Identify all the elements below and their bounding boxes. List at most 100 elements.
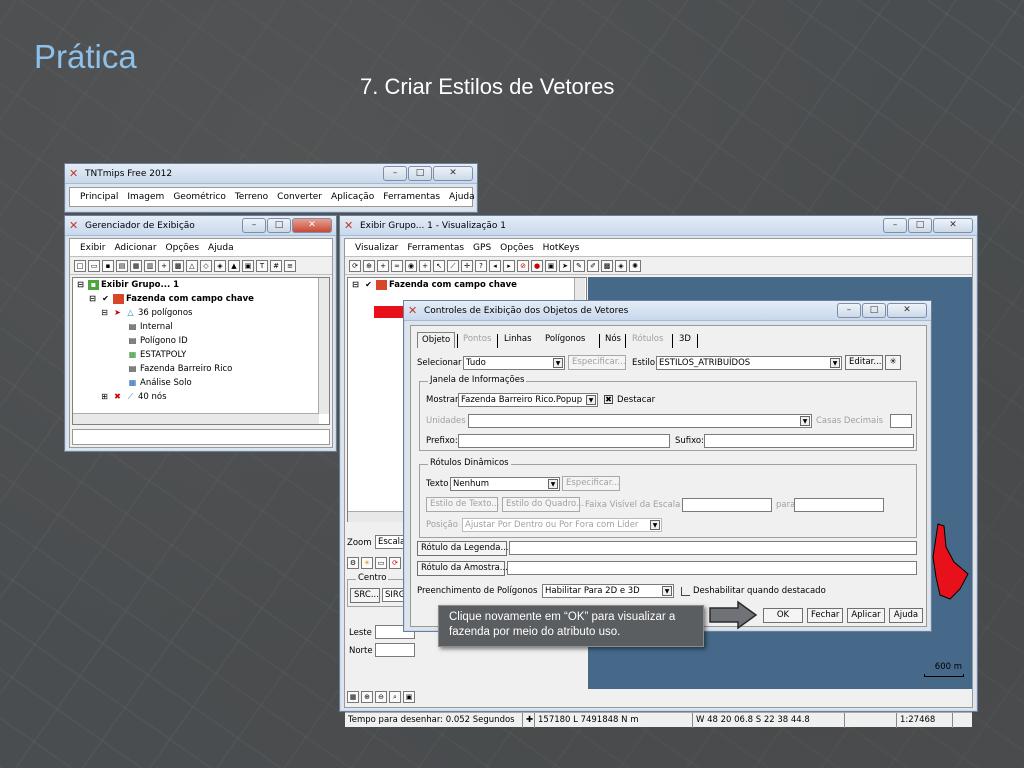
rotulo-amostra-field[interactable] [507, 561, 917, 575]
menu-ferramentas[interactable]: Ferramentas [407, 243, 464, 253]
collapse-icon[interactable]: ⊟ [350, 280, 361, 290]
rotulo-legenda-field[interactable] [509, 541, 917, 555]
destacar-checkbox[interactable]: ✖ [604, 395, 613, 404]
save-icon[interactable]: ▪ [102, 259, 114, 272]
texto-select[interactable]: Nenhum ▼ [450, 477, 560, 491]
chevron-down-icon[interactable]: ▼ [662, 586, 672, 596]
zoom-box-icon[interactable]: ▣ [545, 259, 557, 272]
mostrar-select[interactable]: Fazenda Barreiro Rico.Popup ▼ [458, 393, 598, 407]
menu-terreno[interactable]: Terreno [235, 192, 268, 202]
measure-icon[interactable]: ⟋ [447, 259, 459, 272]
refresh-icon[interactable]: ⟳ [389, 557, 401, 569]
tree-table-row[interactable]: ▦ ESTATPOLY [127, 350, 187, 360]
stop-icon[interactable]: ● [531, 259, 543, 272]
posicao-select[interactable]: Ajustar Por Dentro ou Por Fora com Líder… [462, 518, 662, 532]
menu-converter[interactable]: Converter [277, 192, 322, 202]
expand-icon[interactable]: ⊞ [99, 392, 110, 402]
menu-visualizar[interactable]: Visualizar [355, 243, 398, 253]
folder-icon[interactable]: ▭ [375, 557, 387, 569]
zoom-out-icon[interactable]: ⊖ [375, 691, 387, 703]
add-layer-icon[interactable]: + [158, 259, 170, 272]
gps-icon[interactable]: ◈ [615, 259, 627, 272]
menu-ajuda[interactable]: Ajuda [449, 192, 475, 202]
estilo-quadro-button[interactable]: Estilo do Quadro... [502, 497, 584, 512]
maximize-button[interactable]: □ [908, 218, 932, 233]
menu-hotkeys[interactable]: HotKeys [543, 243, 580, 253]
display-manager-titlebar[interactable]: ✕ Gerenciador de Exibição – □ ✕ [65, 216, 336, 236]
menu-ajuda[interactable]: Ajuda [208, 243, 234, 253]
style-wand-icon[interactable]: ✳ [885, 355, 901, 370]
back-icon[interactable]: ◂ [489, 259, 501, 272]
camera-icon[interactable]: ◉ [405, 259, 417, 272]
fechar-button[interactable]: Fechar [807, 608, 843, 623]
open-icon[interactable]: ▭ [88, 259, 100, 272]
north-field[interactable] [375, 643, 415, 657]
menu-gps[interactable]: GPS [473, 243, 491, 253]
close-button[interactable]: ✕ [292, 218, 332, 233]
editar-button[interactable]: Editar... [845, 355, 883, 370]
zoom-in-icon[interactable]: ⊕ [361, 691, 373, 703]
estilo-select[interactable]: ESTILOS_ATRIBUÍDOS ▼ [656, 356, 842, 370]
tree-table-row[interactable]: ▦ Análise Solo [127, 378, 192, 388]
dialog-titlebar[interactable]: ✕ Controles de Exibição dos Objetos de V… [404, 301, 931, 321]
unidades-select[interactable]: ▼ [468, 414, 812, 428]
menu-opcoes[interactable]: Opções [500, 243, 533, 253]
layer-icon[interactable]: ▦ [130, 259, 142, 272]
checkmark-icon[interactable]: ✔ [363, 280, 374, 290]
tab-linhas[interactable]: Linhas [500, 332, 536, 348]
select-icon[interactable]: ↖ [433, 259, 445, 272]
shape-icon[interactable]: ◈ [214, 259, 226, 272]
cad-icon[interactable]: ◇ [200, 259, 212, 272]
menu-geometrico[interactable]: Geométrico [173, 192, 226, 202]
minimize-button[interactable]: – [383, 166, 407, 181]
chevron-down-icon[interactable]: ▼ [800, 416, 810, 426]
menu-aplicacao[interactable]: Aplicação [331, 192, 374, 202]
minimize-button[interactable]: – [883, 218, 907, 233]
sufixo-field[interactable] [704, 434, 914, 448]
menu-ferramentas[interactable]: Ferramentas [383, 192, 440, 202]
especificar-button[interactable]: Especificar... [568, 355, 626, 370]
selecionar-select[interactable]: Tudo ▼ [463, 356, 565, 370]
tree-table-row[interactable]: ▤ Internal [127, 322, 173, 332]
collapse-icon[interactable]: ⊟ [99, 308, 110, 318]
gear-icon[interactable]: ⚙ [347, 557, 359, 569]
deshabilitar-checkbox[interactable] [681, 587, 690, 596]
tab-3d[interactable]: 3D [675, 332, 695, 348]
chevron-down-icon[interactable]: ▼ [553, 358, 563, 368]
magnifier-icon[interactable]: ⌕ [389, 691, 401, 703]
view-window-titlebar[interactable]: ✕ Exibir Grupo... 1 - Visualização 1 – □… [340, 216, 977, 236]
crosshair-icon[interactable]: ✛ [461, 259, 473, 272]
rotulo-legenda-button[interactable]: Rótulo da Legenda... [417, 541, 509, 556]
group-icon[interactable]: ▥ [144, 259, 156, 272]
tree-table-row[interactable]: ▤ Fazenda Barreiro Rico [127, 364, 233, 374]
redraw-icon[interactable]: ⟳ [349, 259, 361, 272]
binoculars-icon[interactable]: ∞ [391, 259, 403, 272]
legend-icon[interactable]: ≡ [284, 259, 296, 272]
layout-icon[interactable]: ▣ [403, 691, 415, 703]
tree-vertical-scrollbar[interactable] [318, 278, 329, 414]
menu-opcoes[interactable]: Opções [166, 243, 199, 253]
ok-button[interactable]: OK [763, 608, 803, 623]
especificar-texto-button[interactable]: Especificar... [562, 476, 620, 491]
center-src-button[interactable]: SRC... [350, 588, 380, 603]
tree-group-row[interactable]: ⊟ ▪ Exibir Grupo... 1 [75, 280, 179, 290]
chevron-down-icon[interactable]: ▼ [586, 395, 596, 405]
help-icon[interactable]: ? [475, 259, 487, 272]
minimize-button[interactable]: – [242, 218, 266, 233]
raster-icon[interactable]: ▩ [172, 259, 184, 272]
close-button[interactable]: ✕ [933, 218, 973, 233]
faixa-min-field[interactable] [682, 498, 772, 512]
grid-icon[interactable]: ▦ [347, 691, 359, 703]
add-layer-icon[interactable]: + [419, 259, 431, 272]
zoom-in-icon[interactable]: + [377, 259, 389, 272]
maximize-button[interactable]: □ [267, 218, 291, 233]
print-icon[interactable]: ▤ [116, 259, 128, 272]
estilo-texto-button[interactable]: Estilo de Texto... [426, 497, 499, 512]
casas-decimais-field[interactable] [890, 414, 912, 428]
menu-imagem[interactable]: Imagem [127, 192, 164, 202]
tab-rotulos[interactable]: Rótulos [628, 332, 667, 348]
tab-nos[interactable]: Nós [601, 332, 625, 348]
tree-nodes-row[interactable]: ⊞ ✖ ⟋ 40 nós [99, 392, 166, 402]
chevron-down-icon[interactable]: ▼ [650, 520, 660, 530]
tree-polygons-row[interactable]: ⊟ ➤ △ 36 polígonos [99, 308, 192, 318]
